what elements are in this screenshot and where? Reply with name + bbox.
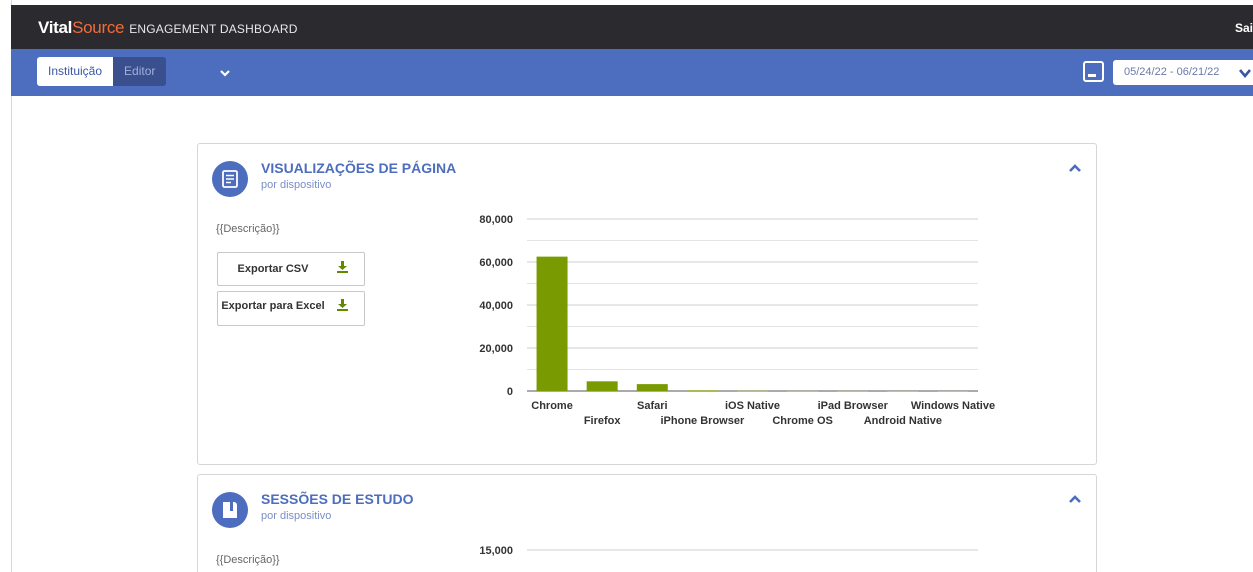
y-tick-label: 80,000 — [479, 214, 513, 226]
y-tick-label: 40,000 — [479, 300, 513, 312]
x-tick-label: Safari — [637, 400, 668, 412]
tab-editor[interactable]: Editor — [113, 57, 167, 86]
y-tick-label: 20,000 — [479, 343, 513, 355]
date-range-value: 05/24/22 - 06/21/22 — [1124, 66, 1220, 78]
view-toggle: Instituição Editor — [37, 57, 167, 86]
study-sessions-card: SESSÕES DE ESTUDO por dispositivo {{Desc… — [197, 474, 1097, 572]
x-tick-label: iOS Native — [725, 400, 780, 412]
study-sessions-chart: 15,000 — [479, 545, 978, 557]
logo-vital-text: Vital — [38, 18, 73, 37]
x-tick-label: Chrome OS — [772, 415, 833, 427]
bar[interactable] — [937, 390, 969, 392]
bar[interactable] — [586, 381, 618, 391]
bar[interactable] — [887, 390, 919, 392]
x-tick-label: Firefox — [584, 415, 622, 427]
x-tick-label: Android Native — [864, 415, 942, 427]
x-tick-label: iPad Browser — [818, 400, 889, 412]
chevron-down-icon[interactable] — [1239, 67, 1251, 79]
x-tick-label: Windows Native — [911, 400, 995, 412]
y-tick-label: 0 — [507, 386, 513, 398]
top-bar: VitalSource ENGAGEMENT DASHBOARD Sai — [11, 5, 1253, 49]
signout-link[interactable]: Sai — [1235, 21, 1253, 35]
x-tick-label: Chrome — [531, 400, 573, 412]
tab-instituicao[interactable]: Instituição — [37, 57, 114, 86]
bar[interactable] — [737, 390, 768, 392]
bar[interactable] — [787, 390, 819, 392]
page-views-card: VISUALIZAÇÕES DE PÁGINA por dispositivo … — [197, 143, 1097, 465]
bar[interactable] — [536, 256, 568, 391]
logo-source-text: Source — [72, 18, 125, 37]
bar[interactable] — [686, 390, 718, 391]
chevron-down-icon[interactable] — [219, 67, 231, 79]
page-views-chart: 0 20,000 40,000 60,000 80,000 Chrome Firefox Sa… — [479, 214, 995, 427]
bar[interactable] — [837, 390, 869, 392]
y-tick-label: 60,000 — [479, 257, 513, 269]
bar[interactable] — [636, 384, 668, 391]
nav-bar: Instituição Editor 05/24/22 - 06/21/22 — [11, 49, 1253, 96]
x-tick-label: iPhone Browser — [661, 415, 745, 427]
calendar-icon[interactable] — [1083, 61, 1104, 82]
app-title: ENGAGEMENT DASHBOARD — [129, 22, 298, 36]
y-tick-label: 15,000 — [479, 545, 513, 557]
date-range-picker[interactable]: 05/24/22 - 06/21/22 — [1113, 60, 1253, 85]
dashboard-page: VitalSource ENGAGEMENT DASHBOARD Sai Inst… — [0, 0, 1253, 572]
vitalsource-logo[interactable]: VitalSource ENGAGEMENT DASHBOARD — [38, 18, 298, 38]
